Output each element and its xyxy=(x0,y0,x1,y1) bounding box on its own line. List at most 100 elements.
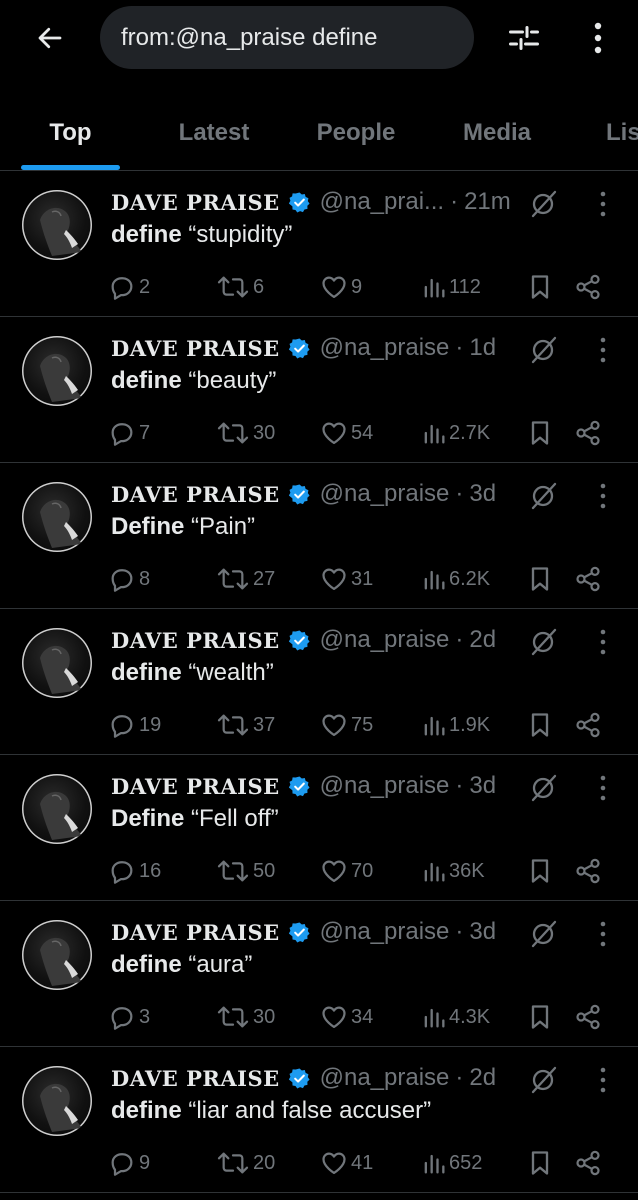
bookmark-button[interactable] xyxy=(526,417,554,449)
author-handle[interactable]: @na_praise xyxy=(320,480,450,508)
tweet-timestamp[interactable]: 3d xyxy=(469,772,496,800)
grok-button[interactable] xyxy=(528,625,560,657)
avatar[interactable] xyxy=(22,628,92,698)
tweet-more-button[interactable] xyxy=(588,189,618,219)
share-button[interactable] xyxy=(574,1001,602,1033)
tweet-timestamp[interactable]: 21m xyxy=(464,188,511,216)
views-button[interactable]: 1.9K xyxy=(422,709,490,741)
grok-button[interactable] xyxy=(528,479,560,511)
author-handle[interactable]: @na_praise xyxy=(320,772,450,800)
bookmark-button[interactable] xyxy=(526,563,554,595)
grok-button[interactable] xyxy=(528,771,560,803)
author-handle[interactable]: @na_praise xyxy=(320,334,450,362)
tweet-more-button[interactable] xyxy=(588,773,618,803)
avatar[interactable] xyxy=(22,774,92,844)
grok-button[interactable] xyxy=(528,187,560,219)
tweet[interactable]: DAVE PRAISE @na_praise · 3d Define “Fell… xyxy=(0,755,638,901)
tweet-more-button[interactable] xyxy=(588,919,618,949)
reply-button[interactable]: 2 xyxy=(108,271,150,303)
tweet-more-button[interactable] xyxy=(588,335,618,365)
avatar[interactable] xyxy=(22,190,92,260)
tweet-timestamp[interactable]: 2d xyxy=(469,626,496,654)
tweet[interactable]: DAVE PRAISE @na_praise · 3d define “aura… xyxy=(0,901,638,1047)
bookmark-button[interactable] xyxy=(526,709,554,741)
share-button[interactable] xyxy=(574,709,602,741)
reply-button[interactable]: 16 xyxy=(108,855,161,887)
like-button[interactable]: 9 xyxy=(320,271,362,303)
tweet-timestamp[interactable]: 1d xyxy=(469,334,496,362)
share-button[interactable] xyxy=(574,855,602,887)
author-name[interactable]: DAVE PRAISE xyxy=(111,1066,280,1091)
reply-button[interactable]: 19 xyxy=(108,709,161,741)
tweet-timestamp[interactable]: 3d xyxy=(469,480,496,508)
views-button[interactable]: 112 xyxy=(422,271,481,303)
search-input[interactable] xyxy=(121,23,451,52)
reply-button[interactable]: 7 xyxy=(108,417,150,449)
like-button[interactable]: 34 xyxy=(320,1001,373,1033)
views-button[interactable]: 652 xyxy=(422,1147,482,1179)
repost-button[interactable]: 20 xyxy=(216,1147,275,1179)
like-button[interactable]: 41 xyxy=(320,1147,373,1179)
views-button[interactable]: 6.2K xyxy=(422,563,490,595)
repost-button[interactable]: 30 xyxy=(216,1001,275,1033)
like-button[interactable]: 31 xyxy=(320,563,373,595)
like-button[interactable]: 54 xyxy=(320,417,373,449)
repost-button[interactable]: 27 xyxy=(216,563,275,595)
more-options-button[interactable] xyxy=(580,18,616,58)
author-name[interactable]: DAVE PRAISE xyxy=(111,336,280,361)
tab-latest[interactable]: Latest xyxy=(158,96,270,170)
back-button[interactable] xyxy=(30,18,70,58)
repost-button[interactable]: 30 xyxy=(216,417,275,449)
author-name[interactable]: DAVE PRAISE xyxy=(111,920,280,945)
reply-button[interactable]: 8 xyxy=(108,563,150,595)
tab-lists[interactable]: Lis xyxy=(606,96,638,170)
bookmark-button[interactable] xyxy=(526,271,554,303)
tab-people[interactable]: People xyxy=(296,96,416,170)
views-button[interactable]: 4.3K xyxy=(422,1001,490,1033)
tweet-timestamp[interactable]: 3d xyxy=(469,918,496,946)
avatar[interactable] xyxy=(22,1066,92,1136)
author-handle[interactable]: @na_prai... xyxy=(320,188,444,216)
author-handle[interactable]: @na_praise xyxy=(320,1064,450,1092)
tweet[interactable]: DAVE PRAISE @na_praise · 1d define “beau… xyxy=(0,317,638,463)
search-filter-button[interactable] xyxy=(504,18,544,58)
share-button[interactable] xyxy=(574,563,602,595)
author-name[interactable]: DAVE PRAISE xyxy=(111,774,280,799)
bookmark-button[interactable] xyxy=(526,1001,554,1033)
tab-top[interactable]: Top xyxy=(21,96,120,170)
grok-button[interactable] xyxy=(528,333,560,365)
views-button[interactable]: 2.7K xyxy=(422,417,490,449)
tweet-more-button[interactable] xyxy=(588,627,618,657)
author-name[interactable]: DAVE PRAISE xyxy=(111,482,280,507)
bookmark-button[interactable] xyxy=(526,1147,554,1179)
tweet-timestamp[interactable]: 2d xyxy=(469,1064,496,1092)
search-box[interactable] xyxy=(100,6,474,69)
author-name[interactable]: DAVE PRAISE xyxy=(111,190,280,215)
author-name[interactable]: DAVE PRAISE xyxy=(111,628,280,653)
tweet[interactable]: DAVE PRAISE @na_praise · 2d define “weal… xyxy=(0,609,638,755)
grok-button[interactable] xyxy=(528,917,560,949)
grok-button[interactable] xyxy=(528,1063,560,1095)
reply-button[interactable]: 3 xyxy=(108,1001,150,1033)
share-button[interactable] xyxy=(574,1147,602,1179)
tweet-more-button[interactable] xyxy=(588,481,618,511)
repost-button[interactable]: 6 xyxy=(216,271,264,303)
views-button[interactable]: 36K xyxy=(422,855,485,887)
author-handle[interactable]: @na_praise xyxy=(320,626,450,654)
tweet[interactable]: DAVE PRAISE @na_praise · 2d define “liar… xyxy=(0,1047,638,1193)
reply-button[interactable]: 9 xyxy=(108,1147,150,1179)
bookmark-button[interactable] xyxy=(526,855,554,887)
tweet-more-button[interactable] xyxy=(588,1065,618,1095)
share-button[interactable] xyxy=(574,417,602,449)
repost-button[interactable]: 37 xyxy=(216,709,275,741)
like-button[interactable]: 70 xyxy=(320,855,373,887)
like-button[interactable]: 75 xyxy=(320,709,373,741)
tab-media[interactable]: Media xyxy=(442,96,552,170)
author-handle[interactable]: @na_praise xyxy=(320,918,450,946)
avatar[interactable] xyxy=(22,920,92,990)
share-button[interactable] xyxy=(574,271,602,303)
avatar[interactable] xyxy=(22,482,92,552)
repost-button[interactable]: 50 xyxy=(216,855,275,887)
tweet[interactable]: DAVE PRAISE @na_prai... · 21m define “st… xyxy=(0,171,638,317)
avatar[interactable] xyxy=(22,336,92,406)
